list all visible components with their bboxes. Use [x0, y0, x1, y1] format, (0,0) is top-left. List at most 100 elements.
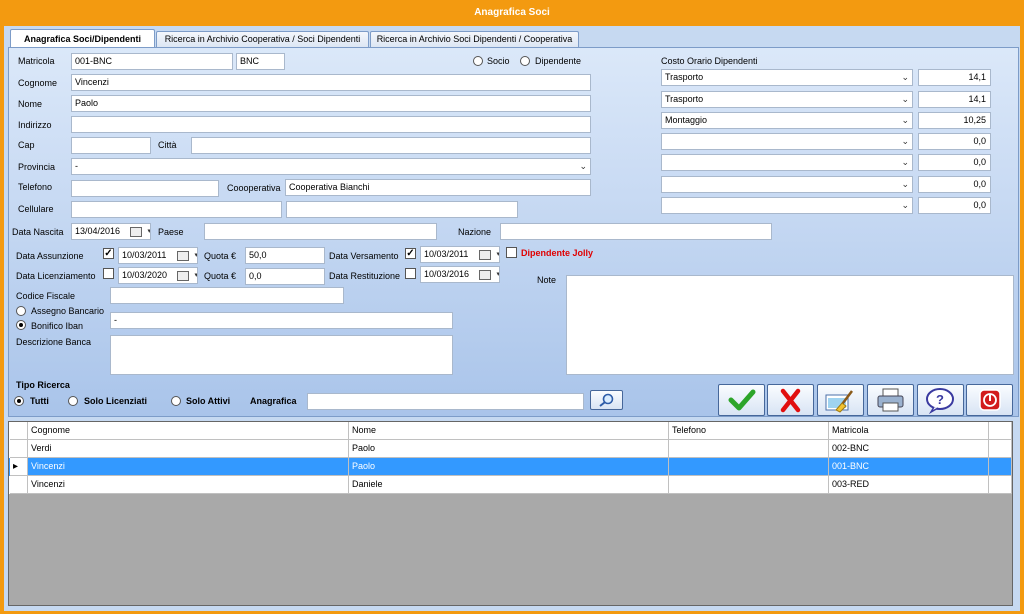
data-nascita-label: Data Nascita [12, 227, 64, 237]
costo-type-select[interactable]: ⌄ [661, 176, 913, 193]
print-icon [877, 388, 904, 412]
print-button[interactable] [867, 384, 914, 416]
column-header[interactable]: Cognome [28, 422, 349, 440]
codice-fiscale-input[interactable] [110, 287, 344, 304]
data-restituzione-picker[interactable]: 10/03/2016 ▾ [420, 266, 500, 283]
table-row[interactable]: Vincenzi Daniele 003-RED [9, 476, 1012, 494]
costo-type-select[interactable]: ⌄ [661, 154, 913, 171]
tutti-label: Tutti [30, 396, 49, 406]
descrizione-banca-textarea[interactable] [110, 335, 453, 375]
nazione-input[interactable] [500, 223, 772, 240]
data-nascita-value: 13/04/2016 [75, 226, 121, 236]
quota2-input[interactable]: 0,0 [245, 268, 325, 285]
table-cell [669, 440, 829, 458]
data-licenziamento-picker[interactable]: 10/03/2020 ▾ [118, 267, 198, 284]
clear-button[interactable] [817, 384, 864, 416]
matricola-input[interactable]: 001-BNC [71, 53, 233, 70]
costo-type-select[interactable]: Trasporto ⌄ [661, 91, 913, 108]
nome-label: Nome [18, 99, 43, 109]
dipendente-jolly-checkbox[interactable] [506, 247, 517, 258]
cellulare-extra-input[interactable] [286, 201, 518, 218]
assegno-label: Assegno Bancario [31, 306, 105, 316]
calendar-icon [479, 250, 491, 260]
costo-value-input[interactable]: 14,1 [918, 69, 991, 86]
tab-ricerca-soci[interactable]: Ricerca in Archivio Soci Dipendenti / Co… [370, 31, 579, 48]
help-button[interactable]: ? [917, 384, 964, 416]
data-versamento-label: Data Versamento [329, 251, 399, 261]
paese-input[interactable] [204, 223, 437, 240]
indirizzo-input[interactable] [71, 116, 591, 133]
codice-fiscale-label: Codice Fiscale [16, 291, 76, 301]
row-selector: ▸ [10, 458, 28, 476]
nome-input[interactable]: Paolo [71, 95, 591, 112]
matricola-suffix-input[interactable]: BNC [236, 53, 285, 70]
costo-type-select[interactable]: ⌄ [661, 197, 913, 214]
costo-type-select[interactable]: Trasporto ⌄ [661, 69, 913, 86]
costo-type-select[interactable]: ⌄ [661, 133, 913, 150]
costo-value-input[interactable]: 0,0 [918, 133, 991, 150]
confirm-button[interactable] [718, 384, 765, 416]
dipendente-radio[interactable] [520, 56, 530, 66]
data-nascita-picker[interactable]: 13/04/2016 ▾ [71, 223, 151, 240]
quota1-input[interactable]: 50,0 [245, 247, 325, 264]
costo-value-input[interactable]: 10,25 [918, 112, 991, 129]
costo-value-input[interactable]: 14,1 [918, 91, 991, 108]
costo-value-input[interactable]: 0,0 [918, 197, 991, 214]
costo-value-input[interactable]: 0,0 [918, 176, 991, 193]
chevron-down-icon: ⌄ [901, 200, 909, 210]
note-textarea[interactable] [566, 275, 1014, 375]
cognome-input[interactable]: Vincenzi [71, 74, 591, 91]
telefono-input[interactable] [71, 180, 219, 197]
data-restituzione-checkbox[interactable] [405, 268, 416, 279]
calendar-icon [177, 251, 189, 261]
table-cell: Vincenzi [28, 476, 349, 494]
costo-value-input[interactable]: 0,0 [918, 154, 991, 171]
data-versamento-checkbox[interactable]: ✓ [405, 248, 416, 259]
data-restituzione-value: 10/03/2016 [424, 269, 470, 279]
socio-radio[interactable] [473, 56, 483, 66]
data-licenziamento-checkbox[interactable] [103, 268, 114, 279]
anagrafica-search-input[interactable] [307, 393, 584, 410]
provincia-select[interactable]: - ⌄ [71, 158, 591, 175]
quota1-label: Quota € [204, 251, 237, 261]
table-row[interactable]: Verdi Paolo 002-BNC [9, 440, 1012, 458]
table-cell [669, 476, 829, 494]
row-header-corner[interactable] [10, 422, 28, 440]
exit-icon [979, 389, 1001, 411]
cancel-button[interactable] [767, 384, 814, 416]
tab-ricerca-cooperativa[interactable]: Ricerca in Archivio Cooperativa / Soci D… [156, 31, 369, 48]
cellulare-input[interactable] [71, 201, 282, 218]
data-assunzione-checkbox[interactable]: ✓ [103, 248, 114, 259]
data-versamento-picker[interactable]: 10/03/2011 ▾ [420, 246, 500, 263]
calendar-icon [130, 227, 142, 237]
dipendente-label: Dipendente [535, 56, 582, 66]
chevron-down-icon: ⌄ [901, 179, 909, 189]
costo-type-select[interactable]: Montaggio ⌄ [661, 112, 913, 129]
cap-input[interactable] [71, 137, 151, 154]
table-row[interactable]: ▸ Vincenzi Paolo 001-BNC [9, 458, 1012, 476]
tutti-radio[interactable] [14, 396, 24, 406]
cooperativa-input[interactable]: Cooperativa Bianchi [285, 179, 591, 196]
column-header[interactable]: Nome [349, 422, 669, 440]
assegno-radio[interactable] [16, 306, 26, 316]
solo-attivi-radio[interactable] [171, 396, 181, 406]
data-assunzione-picker[interactable]: 10/03/2011 ▾ [118, 247, 198, 264]
exit-button[interactable] [966, 384, 1013, 416]
table-header[interactable]: Cognome Nome Telefono Matricola [9, 422, 1012, 440]
clear-icon [825, 390, 853, 413]
costo-orario-label: Costo Orario Dipendenti [661, 56, 758, 66]
cellulare-label: Cellulare [18, 204, 54, 214]
column-header[interactable]: Matricola [829, 422, 989, 440]
data-assunzione-value: 10/03/2011 [122, 250, 167, 260]
iban-input[interactable]: - [110, 312, 453, 329]
table-cell-spacer [989, 440, 1012, 458]
citta-input[interactable] [191, 137, 591, 154]
solo-licenziati-radio[interactable] [68, 396, 78, 406]
tab-anagrafica[interactable]: Anagrafica Soci/Dipendenti [10, 29, 155, 48]
data-licenziamento-label: Data Licenziamento [16, 271, 96, 281]
bonifico-radio[interactable] [16, 320, 26, 330]
column-header[interactable]: Telefono [669, 422, 829, 440]
search-button[interactable] [590, 390, 623, 410]
solo-attivi-label: Solo Attivi [186, 396, 231, 406]
table-cell-spacer[interactable] [989, 422, 1012, 440]
